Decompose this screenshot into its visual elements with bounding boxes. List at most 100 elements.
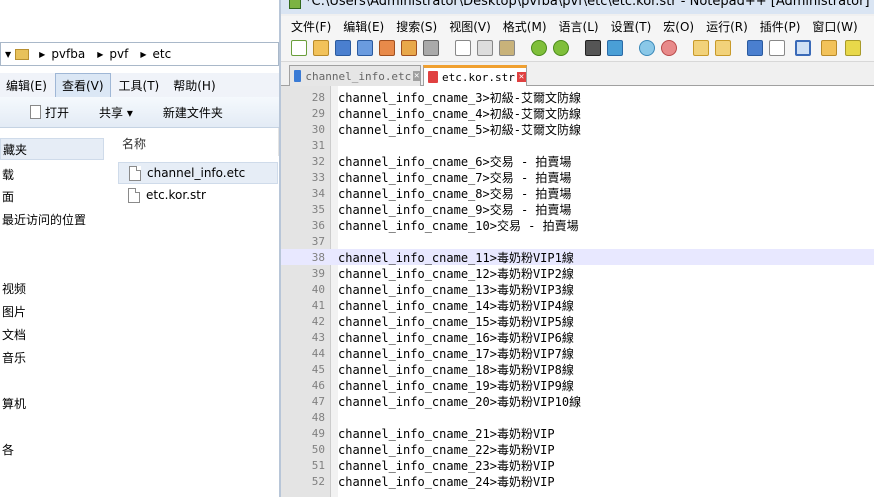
- zoom-in-icon[interactable]: [639, 40, 655, 56]
- line-text[interactable]: channel_info_cname_24>毒奶粉VIP: [338, 473, 555, 490]
- menu-help[interactable]: 帮助(H): [167, 74, 221, 97]
- breadcrumb-etc[interactable]: etc: [153, 47, 172, 61]
- share-button[interactable]: 共享 ▾: [99, 104, 133, 121]
- line-text[interactable]: channel_info_cname_10>交易 - 拍賣場: [338, 217, 579, 234]
- paste-icon[interactable]: [499, 40, 515, 56]
- tab-channel-info[interactable]: channel_info.etc ✕: [289, 65, 421, 86]
- line-text[interactable]: channel_info_cname_18>毒奶粉VIP8線: [338, 361, 574, 378]
- redo-icon[interactable]: [553, 40, 569, 56]
- line-text[interactable]: channel_info_cname_6>交易 - 拍賣場: [338, 153, 571, 170]
- line-text[interactable]: channel_info_cname_22>毒奶粉VIP: [338, 441, 555, 458]
- line-text[interactable]: channel_info_cname_13>毒奶粉VIP3線: [338, 281, 574, 298]
- code-editor[interactable]: 28 channel_info_cname_3>初級-艾爾文防線 29 channel…: [281, 86, 874, 497]
- nav-item-recent-places[interactable]: 最近访问的位置: [2, 211, 86, 228]
- breadcrumb-arrow-icon[interactable]: ▶: [140, 50, 146, 59]
- editor-line[interactable]: 36 channel_info_cname_10>交易 - 拍賣場: [281, 217, 874, 233]
- nav-item-computer[interactable]: 算机: [2, 395, 26, 412]
- breadcrumb-arrow-icon[interactable]: ▶: [39, 50, 45, 59]
- editor-line[interactable]: 41 channel_info_cname_14>毒奶粉VIP4線: [281, 297, 874, 313]
- close-icon[interactable]: [379, 40, 395, 56]
- doc-map-icon[interactable]: [821, 40, 837, 56]
- editor-line[interactable]: 37: [281, 233, 874, 249]
- nav-item-favorites[interactable]: 藏夹: [0, 138, 104, 160]
- address-bar[interactable]: ▼ ▶ pvfba ▶ pvf ▶ etc: [0, 42, 279, 66]
- editor-line[interactable]: 29 channel_info_cname_4>初級-艾爾文防線: [281, 105, 874, 121]
- close-all-icon[interactable]: [401, 40, 417, 56]
- editor-line[interactable]: 43 channel_info_cname_16>毒奶粉VIP6線: [281, 329, 874, 345]
- nav-item-pictures[interactable]: 图片: [2, 303, 26, 320]
- menu-window[interactable]: 窗口(W): [812, 18, 857, 35]
- menu-file[interactable]: 文件(F): [291, 18, 331, 35]
- column-header-name[interactable]: 名称: [114, 128, 279, 156]
- line-text[interactable]: channel_info_cname_12>毒奶粉VIP2線: [338, 265, 574, 282]
- file-item-channel-info[interactable]: channel_info.etc: [118, 162, 278, 184]
- nav-item-videos[interactable]: 视频: [2, 280, 26, 297]
- menu-settings[interactable]: 设置(T): [611, 18, 652, 35]
- menu-view[interactable]: 视图(V): [449, 18, 491, 35]
- editor-line[interactable]: 35 channel_info_cname_9>交易 - 拍賣場: [281, 201, 874, 217]
- word-wrap-icon[interactable]: [747, 40, 763, 56]
- editor-line[interactable]: 28 channel_info_cname_3>初級-艾爾文防線: [281, 89, 874, 105]
- menu-search[interactable]: 搜索(S): [396, 18, 437, 35]
- tab-close-icon[interactable]: ✕: [413, 71, 420, 81]
- editor-line[interactable]: 40 channel_info_cname_13>毒奶粉VIP3線: [281, 281, 874, 297]
- print-icon[interactable]: [423, 40, 439, 56]
- editor-line[interactable]: 51 channel_info_cname_23>毒奶粉VIP: [281, 457, 874, 473]
- line-text[interactable]: channel_info_cname_16>毒奶粉VIP6線: [338, 329, 574, 346]
- breadcrumb-pvf[interactable]: pvf: [109, 47, 128, 61]
- editor-line[interactable]: 45 channel_info_cname_18>毒奶粉VIP8線: [281, 361, 874, 377]
- editor-line[interactable]: 34 channel_info_cname_8>交易 - 拍賣場: [281, 185, 874, 201]
- editor-line[interactable]: 48: [281, 409, 874, 425]
- indent-guide-icon[interactable]: [795, 40, 811, 56]
- menu-language[interactable]: 语言(L): [559, 18, 599, 35]
- line-text[interactable]: channel_info_cname_3>初級-艾爾文防線: [338, 89, 581, 106]
- sync-v-icon[interactable]: [693, 40, 709, 56]
- line-text[interactable]: channel_info_cname_4>初級-艾爾文防線: [338, 105, 581, 122]
- line-text[interactable]: channel_info_cname_20>毒奶粉VIP10線: [338, 393, 581, 410]
- breadcrumb-pvfba[interactable]: pvfba: [51, 47, 85, 61]
- editor-line[interactable]: 30 channel_info_cname_5>初級-艾爾文防線: [281, 121, 874, 137]
- editor-line[interactable]: 50 channel_info_cname_22>毒奶粉VIP: [281, 441, 874, 457]
- function-list-icon[interactable]: [845, 40, 861, 56]
- line-text[interactable]: channel_info_cname_8>交易 - 拍賣場: [338, 185, 571, 202]
- menu-view[interactable]: 查看(V): [54, 72, 111, 98]
- nav-item-music[interactable]: 音乐: [2, 349, 26, 366]
- editor-line[interactable]: 33 channel_info_cname_7>交易 - 拍賣場: [281, 169, 874, 185]
- tab-etc-kor[interactable]: etc.kor.str ✕: [423, 65, 527, 86]
- menu-edit[interactable]: 编辑(E): [0, 74, 53, 97]
- show-all-icon[interactable]: [769, 40, 785, 56]
- editor-line[interactable]: 52 channel_info_cname_24>毒奶粉VIP: [281, 473, 874, 489]
- line-text[interactable]: channel_info_cname_5>初級-艾爾文防線: [338, 121, 581, 138]
- line-text[interactable]: channel_info_cname_14>毒奶粉VIP4線: [338, 297, 574, 314]
- menu-tools[interactable]: 工具(T): [113, 74, 166, 97]
- save-all-icon[interactable]: [357, 40, 373, 56]
- line-text[interactable]: channel_info_cname_9>交易 - 拍賣場: [338, 201, 571, 218]
- line-text[interactable]: channel_info_cname_19>毒奶粉VIP9線: [338, 377, 574, 394]
- new-folder-button[interactable]: 新建文件夹: [163, 104, 223, 121]
- sync-h-icon[interactable]: [715, 40, 731, 56]
- find-icon[interactable]: [585, 40, 601, 56]
- nav-item-documents[interactable]: 文档: [2, 326, 26, 343]
- line-text[interactable]: channel_info_cname_17>毒奶粉VIP7線: [338, 345, 574, 362]
- copy-icon[interactable]: [477, 40, 493, 56]
- file-item-etc-kor[interactable]: etc.kor.str: [118, 184, 278, 206]
- editor-line[interactable]: 42 channel_info_cname_15>毒奶粉VIP5線: [281, 313, 874, 329]
- line-text[interactable]: channel_info_cname_7>交易 - 拍賣場: [338, 169, 571, 186]
- open-file-icon[interactable]: [313, 40, 329, 56]
- nav-item-desktop[interactable]: 面: [2, 188, 14, 205]
- nav-item-downloads[interactable]: 载: [2, 166, 14, 183]
- new-file-icon[interactable]: [291, 40, 307, 56]
- line-text[interactable]: channel_info_cname_23>毒奶粉VIP: [338, 457, 555, 474]
- breadcrumb-arrow-icon[interactable]: ▶: [97, 50, 103, 59]
- editor-line[interactable]: 31: [281, 137, 874, 153]
- replace-icon[interactable]: [607, 40, 623, 56]
- menu-run[interactable]: 运行(R): [706, 18, 748, 35]
- menu-plugins[interactable]: 插件(P): [760, 18, 801, 35]
- editor-line[interactable]: 38 channel_info_cname_11>毒奶粉VIP1線: [281, 249, 874, 265]
- save-icon[interactable]: [335, 40, 351, 56]
- editor-line[interactable]: 39 channel_info_cname_12>毒奶粉VIP2線: [281, 265, 874, 281]
- nav-item-network[interactable]: 各: [2, 441, 14, 458]
- line-text[interactable]: channel_info_cname_15>毒奶粉VIP5線: [338, 313, 574, 330]
- editor-line[interactable]: 47 channel_info_cname_20>毒奶粉VIP10線: [281, 393, 874, 409]
- tab-close-icon[interactable]: ✕: [516, 72, 526, 82]
